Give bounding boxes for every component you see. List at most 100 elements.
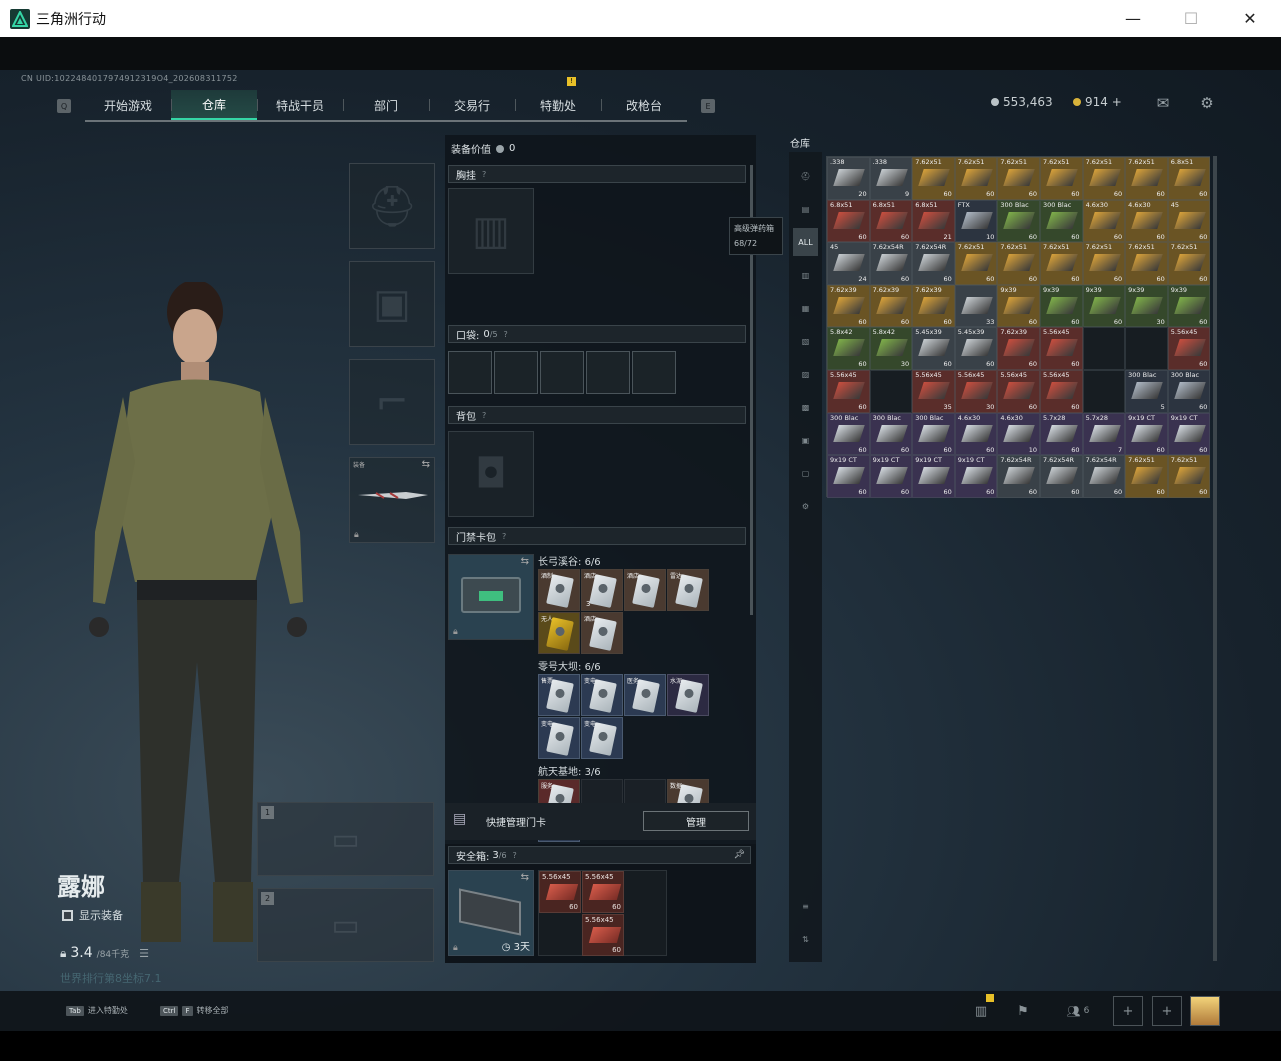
settings-gear-icon[interactable]: ⚙	[1198, 94, 1216, 112]
warehouse-item[interactable]: 5.7x28 60	[1039, 412, 1083, 456]
warehouse-item[interactable]: 7.62x54R 60	[869, 242, 913, 285]
warehouse-item[interactable]: 5.56x45 60	[1039, 327, 1083, 370]
warehouse-item[interactable]: 9x19 CT 60	[1125, 412, 1168, 456]
keycard[interactable]: 水泥	[667, 674, 709, 716]
tab-operators[interactable]: 特战干员	[257, 90, 343, 120]
warehouse-item[interactable]: 6.8x51 60	[1167, 157, 1211, 200]
warehouse-item[interactable]: 7.62x51 60	[1125, 455, 1168, 498]
helmet-slot[interactable]: ⛑	[349, 163, 435, 249]
ammo-item[interactable]: 5.56x45 60	[539, 871, 581, 913]
warehouse-item[interactable]: 9x19 CT 60	[954, 455, 998, 498]
warehouse-item[interactable]: 5.8x42 30	[869, 327, 913, 370]
warehouse-item[interactable]: 6.8x51 60	[827, 199, 870, 243]
help-icon[interactable]: ?	[482, 411, 486, 420]
tab-department[interactable]: 部门	[343, 90, 429, 120]
warehouse-item[interactable]: .338 20	[827, 157, 870, 200]
keycard[interactable]: 变电	[538, 717, 580, 759]
warehouse-item[interactable]: 9x39 30	[1125, 284, 1168, 328]
weapons-category-icon[interactable]: ▥	[793, 261, 818, 289]
minimize-button[interactable]: —	[1104, 0, 1162, 37]
manage-button[interactable]: 管理	[643, 811, 749, 831]
warehouse-item[interactable]: 5.7x28 7	[1082, 412, 1126, 456]
keycard[interactable]: 售票	[538, 674, 580, 716]
invite-plus-icon[interactable]: +	[1113, 996, 1143, 1026]
tab-warehouse[interactable]: 仓库	[171, 90, 257, 120]
warehouse-item[interactable]: 6.8x51 21	[912, 199, 955, 243]
help-icon[interactable]: ?	[504, 330, 508, 339]
warehouse-item[interactable]: 300 Blac 60	[912, 412, 955, 456]
tab-start-game[interactable]: 开始游戏	[85, 90, 171, 120]
warehouse-item[interactable]: 5.56x45 35	[912, 369, 955, 413]
warehouse-item[interactable]: 7.62x51 60	[997, 242, 1040, 285]
keycard[interactable]: 酒店 3	[581, 569, 623, 611]
warehouse-item[interactable]: 7.62x39 60	[997, 327, 1040, 370]
melee-slot[interactable]: 装备 ⇆ 🔒︎	[349, 457, 435, 543]
enter-special-ops-hint[interactable]: Tab 进入特勤处	[66, 1005, 128, 1016]
warehouse-item[interactable]: FTX 10	[954, 199, 998, 243]
pocket-slot[interactable]	[586, 351, 630, 394]
warehouse-item[interactable]: 7.62x51 60	[1167, 455, 1211, 498]
stats-chart-icon[interactable]: ▥	[966, 994, 996, 1026]
swap-icon[interactable]: ⇆	[521, 872, 529, 883]
pin-icon[interactable]: 📌︎	[734, 850, 745, 860]
help-icon[interactable]: ?	[513, 851, 517, 860]
pocket-slot[interactable]	[540, 351, 584, 394]
empty-grid-cell[interactable]	[1082, 327, 1126, 370]
pocket-slot[interactable]	[448, 351, 492, 394]
pistol-slot[interactable]: ⌐	[349, 359, 435, 445]
misc-category-icon[interactable]: ▢	[793, 459, 818, 487]
swap-icon[interactable]: ⇆	[521, 556, 529, 567]
warehouse-scrollbar[interactable]	[1213, 156, 1217, 961]
ammo-category-icon[interactable]: ▦	[793, 294, 818, 322]
warehouse-item[interactable]: 5.56x45 60	[997, 369, 1040, 413]
backpack-slot[interactable]: ◘	[448, 431, 534, 517]
warehouse-item[interactable]: 7.62x51 60	[1039, 242, 1083, 285]
warehouse-item[interactable]: 5.56x45 60	[1167, 327, 1211, 370]
swap-icon[interactable]: ⇆	[422, 459, 430, 470]
meds-category-icon[interactable]: ▧	[793, 327, 818, 355]
pocket-slot[interactable]	[494, 351, 538, 394]
keycard-case-slot[interactable]: ⇆ 🔒︎	[448, 554, 534, 640]
primary-weapon-slot[interactable]: 1 ▭	[257, 802, 434, 876]
warehouse-item[interactable]: 5.56x45 60	[827, 369, 870, 413]
close-button[interactable]: ✕	[1221, 0, 1279, 37]
secondary-weapon-slot[interactable]: 2 ▭	[257, 888, 434, 962]
weight-details-icon[interactable]: ☰	[139, 947, 149, 960]
pocket-slot[interactable]	[632, 351, 676, 394]
keycard[interactable]: 酒店	[581, 612, 623, 654]
tab-gunsmith[interactable]: 改枪台	[601, 90, 687, 120]
safe-box-slot[interactable]: ⇆ 🔒︎ ◷ 3天	[448, 870, 534, 956]
prev-tab-key[interactable]: Q	[57, 99, 71, 113]
keycard[interactable]: 酒店	[624, 569, 666, 611]
transfer-all-hint[interactable]: Ctrl F 转移全部	[160, 1005, 229, 1016]
warehouse-item[interactable]: 5.56x45 60	[1039, 369, 1083, 413]
warehouse-item[interactable]: 9x39 60	[1039, 284, 1083, 328]
player-avatar[interactable]	[1190, 996, 1220, 1026]
keys-category-icon[interactable]: ▨	[793, 360, 818, 388]
warehouse-item[interactable]: 5.56x45 30	[954, 369, 998, 413]
maximize-button[interactable]: ☐	[1162, 0, 1220, 37]
keycard[interactable]: 酒制	[538, 569, 580, 611]
warehouse-item[interactable]: 7.62x39 60	[912, 284, 955, 328]
sort-settings-icon[interactable]: ⚙	[793, 492, 818, 520]
warehouse-item[interactable]: 7.62x51 60	[954, 242, 998, 285]
keycard[interactable]: 医务	[624, 674, 666, 716]
keycard[interactable]: 变电	[581, 717, 623, 759]
warehouse-item[interactable]: 5.45x39 60	[954, 327, 998, 370]
keycard[interactable]: 变电	[581, 674, 623, 716]
warehouse-item[interactable]: 7.62x51 60	[954, 157, 998, 200]
warehouse-item[interactable]: 7.62x54R 60	[1082, 455, 1126, 498]
warehouse-item[interactable]: 7.62x51 60	[1039, 157, 1083, 200]
warehouse-item[interactable]: 4.6x30 10	[997, 412, 1040, 456]
tab-special-ops[interactable]: 特勤处!	[515, 77, 601, 120]
warehouse-item[interactable]: 9x19 CT 60	[869, 455, 913, 498]
empty-grid-cell[interactable]	[1125, 327, 1168, 370]
warehouse-item[interactable]: 9x19 CT 60	[1167, 412, 1211, 456]
loot-category-icon[interactable]: ▩	[793, 393, 818, 421]
warehouse-item[interactable]: 300 Blac 60	[1167, 369, 1211, 413]
invite-plus-icon[interactable]: +	[1152, 996, 1182, 1026]
warehouse-item[interactable]: .338 9	[869, 157, 913, 200]
warehouse-item[interactable]: 7.62x54R 60	[997, 455, 1040, 498]
next-tab-key[interactable]: E	[701, 99, 715, 113]
help-icon[interactable]: ?	[502, 532, 506, 541]
